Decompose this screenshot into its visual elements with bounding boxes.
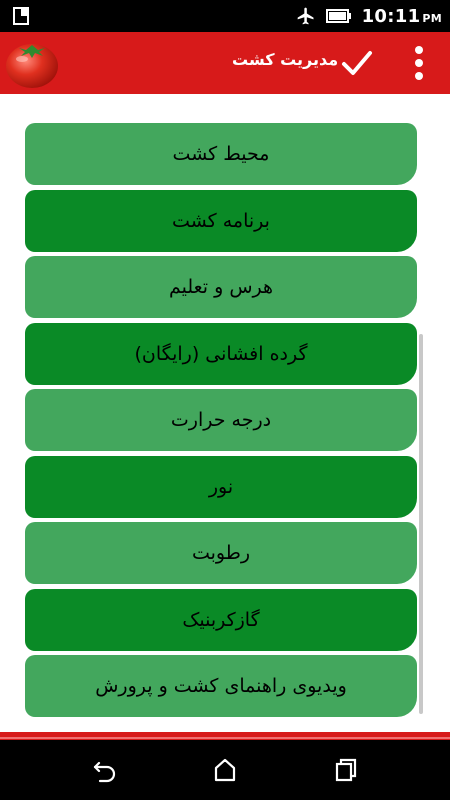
sim-card-icon (12, 7, 30, 25)
app-bar: مدیریت کشت (0, 32, 450, 94)
status-bar: 10:11 PM (0, 0, 450, 32)
airplane-icon (296, 6, 316, 26)
battery-icon (325, 9, 352, 23)
menu-item[interactable]: رطوبت (25, 522, 417, 584)
tomato-logo-icon (4, 37, 60, 89)
recent-apps-icon[interactable] (334, 757, 358, 783)
check-icon[interactable] (340, 46, 374, 80)
overflow-menu-icon[interactable] (408, 44, 430, 82)
menu-item[interactable]: محیط کشت (25, 123, 417, 185)
menu-item[interactable]: برنامه کشت (25, 189, 417, 252)
menu-item[interactable]: گازکربنیک (25, 588, 417, 651)
menu-content: محیط کشت برنامه کشت هرس و تعلیم گرده افش… (0, 94, 450, 734)
bottom-stripe-highlight (0, 737, 450, 739)
back-icon[interactable] (92, 757, 118, 783)
navigation-bar (0, 740, 450, 800)
app-title: مدیریت کشت (232, 50, 339, 69)
status-right-group: 10:11 PM (296, 0, 442, 32)
status-time: 10:11 PM (361, 5, 442, 27)
menu-item[interactable]: گرده افشانی (رایگان) (25, 322, 417, 385)
menu-list: محیط کشت برنامه کشت هرس و تعلیم گرده افش… (25, 123, 417, 722)
scrollbar[interactable] (419, 334, 423, 714)
menu-item[interactable]: هرس و تعلیم (25, 256, 417, 318)
menu-item[interactable]: درجه حرارت (25, 389, 417, 451)
menu-item[interactable]: نور (25, 455, 417, 518)
menu-item[interactable]: ویدیوی راهنمای کشت و پرورش (25, 655, 417, 717)
home-icon[interactable] (213, 757, 237, 783)
